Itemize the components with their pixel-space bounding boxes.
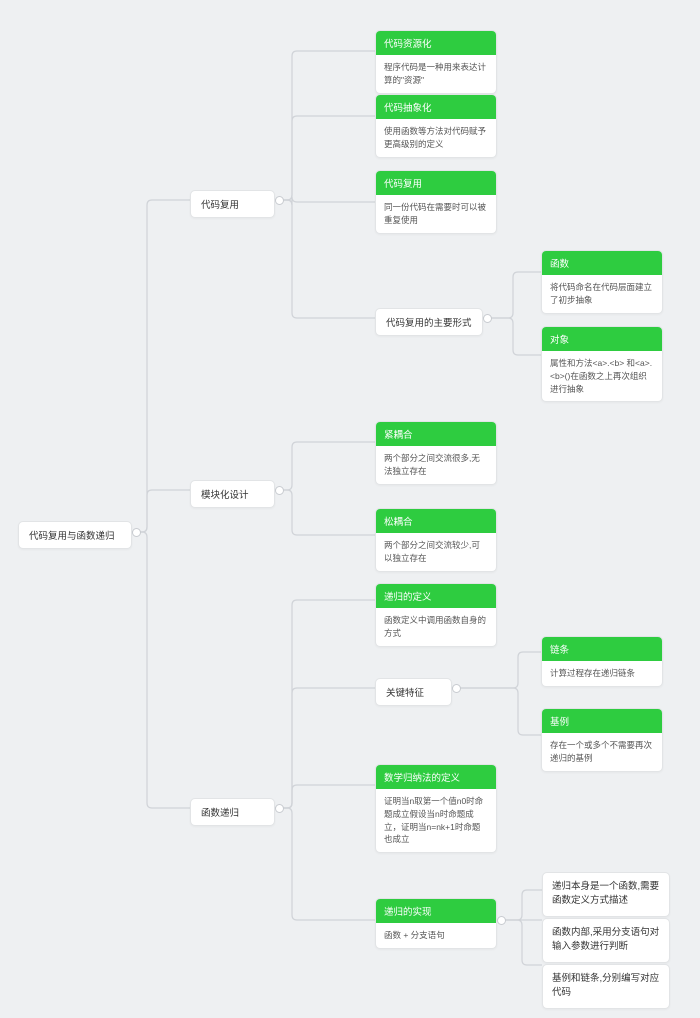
leaf-l1[interactable]: 递归本身是一个函数,需要函数定义方式描述 [542,872,670,917]
c3b: 同一份代码在需要时可以被重复使用 [376,195,496,233]
c11b: 计算过程存在递归链条 [542,661,662,686]
node-forms[interactable]: 代码复用的主要形式 [375,308,483,336]
card-obj[interactable]: 对象属性和方法<a>.<b> 和<a>.<b>()在函数之上再次组织进行抽象 [541,326,663,402]
c13h: 数学归纳法的定义 [376,765,496,789]
c2b: 使用函数等方法对代码赋予更高级别的定义 [376,119,496,157]
b3-text: 函数递归 [191,799,274,825]
branch-recursion[interactable]: 函数递归 [190,798,275,826]
c10t: 关键特征 [376,679,451,705]
card-chain[interactable]: 链条计算过程存在递归链条 [541,636,663,687]
c5b: 将代码命名在代码层面建立了初步抽象 [542,275,662,313]
c13b: 证明当n取第一个值n0时命题成立假设当n时命题成立，证明当n=nk+1时命题也成… [376,789,496,852]
joint-b1 [275,196,284,205]
c14h: 递归的实现 [376,899,496,923]
root-node[interactable]: 代码复用与函数递归 [18,521,132,549]
branch-modular[interactable]: 模块化设计 [190,480,275,508]
card-impl[interactable]: 递归的实现函数 + 分支语句 [375,898,497,949]
leaf-l3[interactable]: 基例和链条,分别编写对应代码 [542,964,670,1009]
c9b: 函数定义中调用函数自身的方式 [376,608,496,646]
joint-b2 [275,486,284,495]
c6b: 属性和方法<a>.<b> 和<a>.<b>()在函数之上再次组织进行抽象 [542,351,662,401]
b2-text: 模块化设计 [191,481,274,507]
card-func[interactable]: 函数将代码命名在代码层面建立了初步抽象 [541,250,663,314]
c12b: 存在一个或多个不需要再次递归的基例 [542,733,662,771]
c5h: 函数 [542,251,662,275]
c1h: 代码资源化 [376,31,496,55]
c8b: 两个部分之间交流较少,可以独立存在 [376,533,496,571]
c1b: 程序代码是一种用来表达计算的"资源" [376,55,496,93]
leaf-l2[interactable]: 函数内部,采用分支语句对输入参数进行判断 [542,918,670,963]
root-text: 代码复用与函数递归 [19,522,131,548]
card-resource[interactable]: 代码资源化程序代码是一种用来表达计算的"资源" [375,30,497,94]
c14b: 函数 + 分支语句 [376,923,496,948]
joint-b3 [275,804,284,813]
c2h: 代码抽象化 [376,95,496,119]
c12h: 基例 [542,709,662,733]
b1-text: 代码复用 [191,191,274,217]
c6h: 对象 [542,327,662,351]
c8h: 松耦合 [376,509,496,533]
joint-root [132,528,141,537]
c7b: 两个部分之间交流很多,无法独立存在 [376,446,496,484]
card-tight[interactable]: 紧耦合两个部分之间交流很多,无法独立存在 [375,421,497,485]
card-induction[interactable]: 数学归纳法的定义证明当n取第一个值n0时命题成立假设当n时命题成立，证明当n=n… [375,764,497,853]
joint-impl [497,916,506,925]
branch-reuse[interactable]: 代码复用 [190,190,275,218]
card-reuse[interactable]: 代码复用同一份代码在需要时可以被重复使用 [375,170,497,234]
c4t: 代码复用的主要形式 [376,309,482,335]
c7h: 紧耦合 [376,422,496,446]
c11h: 链条 [542,637,662,661]
joint-forms [483,314,492,323]
c9h: 递归的定义 [376,584,496,608]
c3h: 代码复用 [376,171,496,195]
joint-keyfeat [452,684,461,693]
card-recdef[interactable]: 递归的定义函数定义中调用函数自身的方式 [375,583,497,647]
card-loose[interactable]: 松耦合两个部分之间交流较少,可以独立存在 [375,508,497,572]
card-abstract[interactable]: 代码抽象化使用函数等方法对代码赋予更高级别的定义 [375,94,497,158]
node-keyfeat[interactable]: 关键特征 [375,678,452,706]
card-base[interactable]: 基例存在一个或多个不需要再次递归的基例 [541,708,663,772]
